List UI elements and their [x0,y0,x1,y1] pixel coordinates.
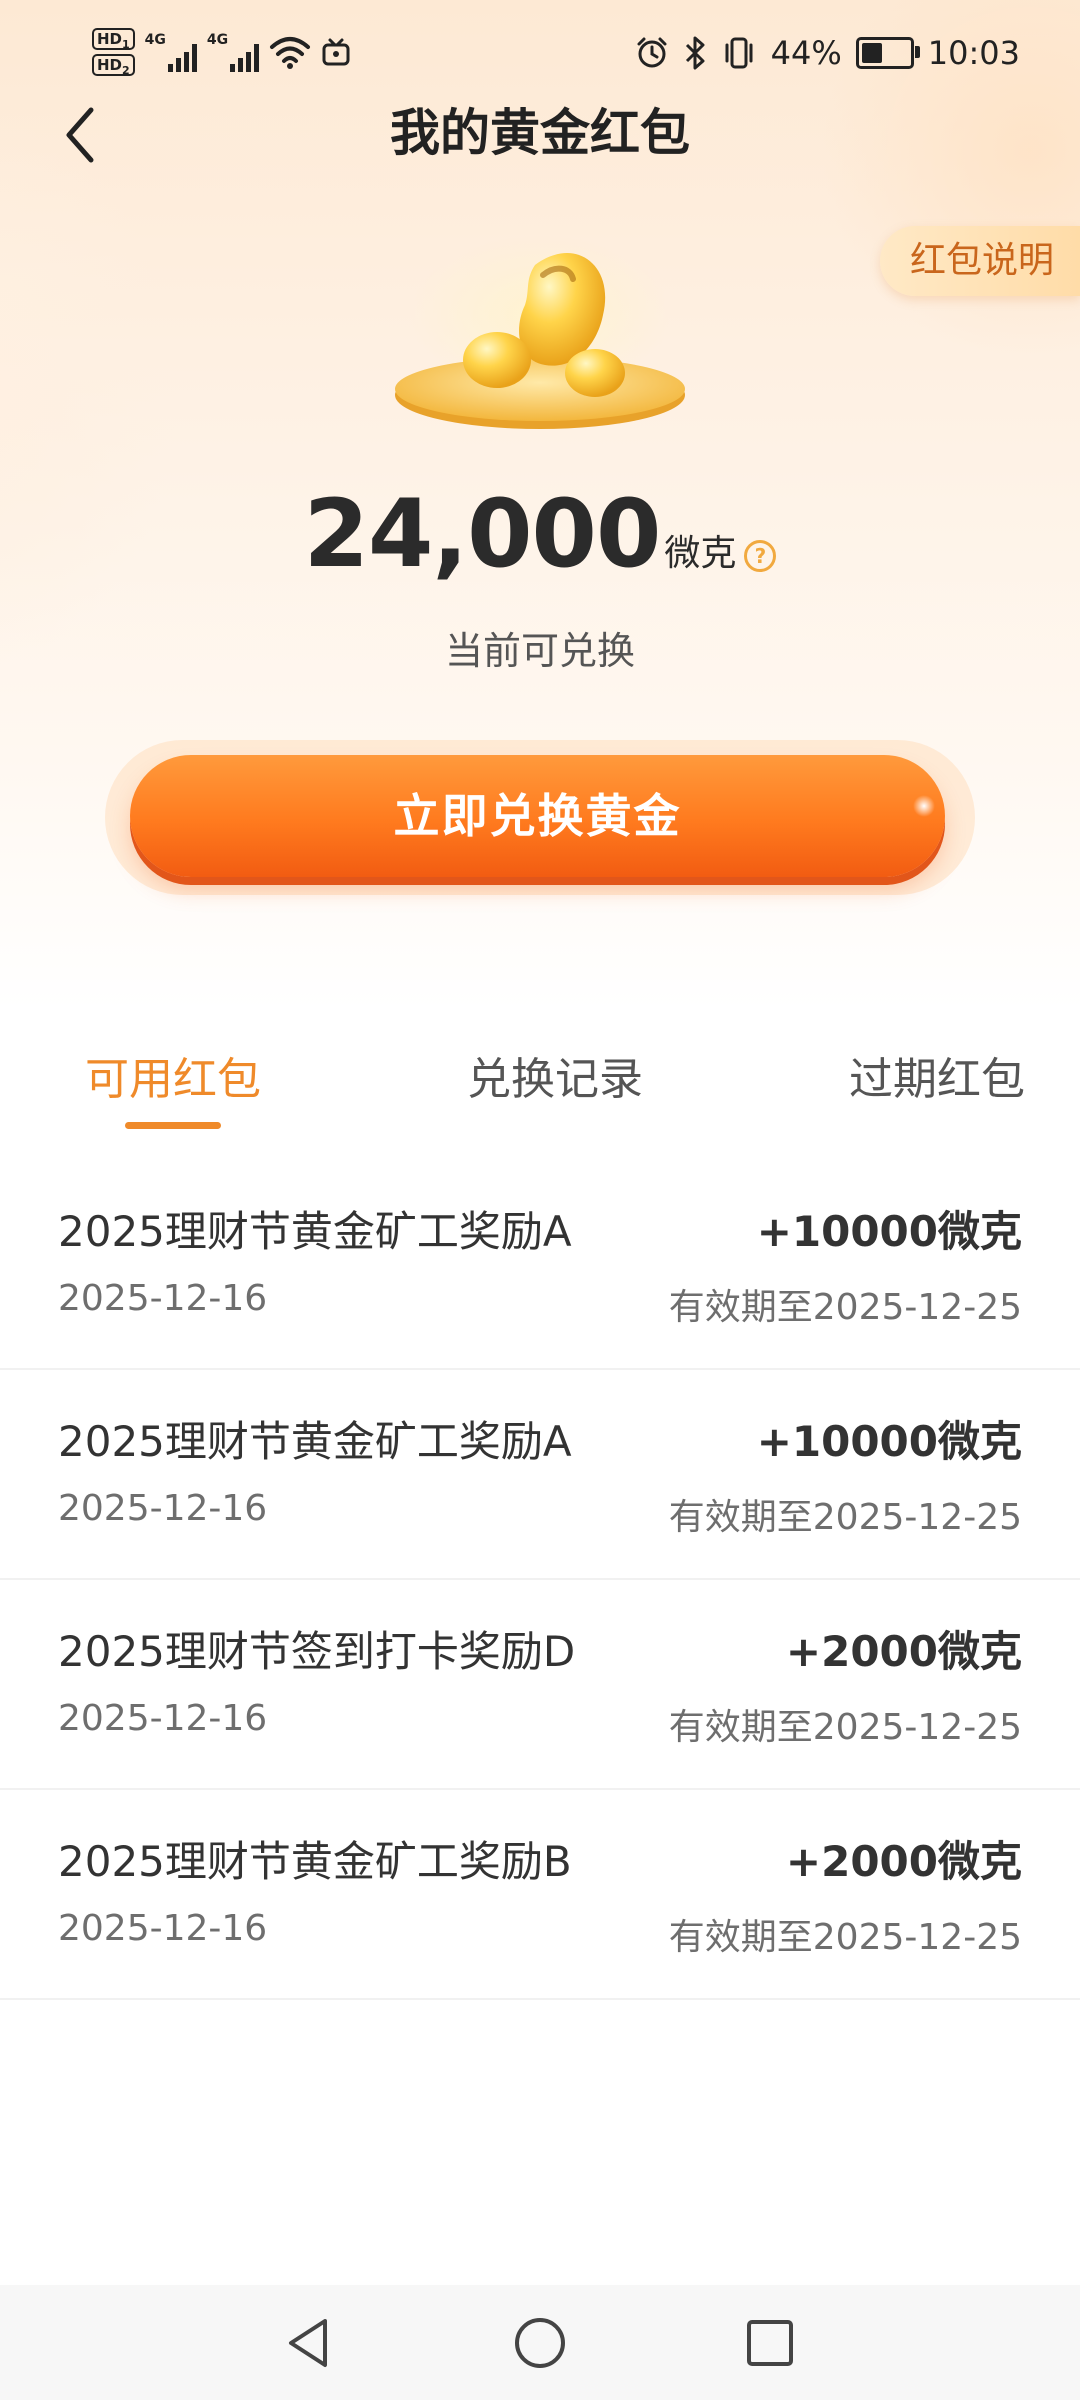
list-item[interactable]: 2025理财节黄金矿工奖励A +10000微克 2025-12-16 有效期至2… [0,1370,1080,1580]
circle-home-icon [515,2318,565,2368]
list-item[interactable]: 2025理财节签到打卡奖励D +2000微克 2025-12-16 有效期至20… [0,1580,1080,1790]
system-back-button[interactable] [278,2313,338,2373]
balance-caption: 当前可兑换 [444,629,635,673]
vibrate-icon [725,37,753,69]
signal-bars-icon [230,42,260,72]
item-date: 2025-12-16 [58,1278,268,1319]
status-right: 44% 10:03 [635,28,1020,78]
signal-sim1: 4G [145,32,197,72]
tab-expired[interactable]: 过期红包 [849,1040,1025,1150]
red-packet-list: 2025理财节黄金矿工奖励A +10000微克 2025-12-16 有效期至2… [0,1160,1080,2000]
redeem-gold-button[interactable]: 立即兑换黄金 [130,755,945,877]
signal-sim2: 4G [206,32,260,72]
alarm-icon [637,37,667,68]
question-circle-icon[interactable]: ? [744,540,777,572]
page-title: 我的黄金红包 [390,104,690,162]
network-type-1: 4G [144,32,166,48]
network-type-2: 4G [206,32,229,48]
redeem-gold-label: 立即兑换黄金 [393,789,682,843]
sim1-hd-badge: HD1 [92,28,135,51]
balance-amount: 24,000 [303,480,662,589]
screen: HD1 HD2 4G 4G 44% 10:03 我的黄金红包 红包说明 24,0… [0,0,1080,2400]
tv-app-icon [322,38,350,66]
item-amount: +10000微克 [756,1207,1022,1256]
sim2-hd-badge: HD2 [92,54,135,77]
battery-icon [855,37,920,69]
square-recents-icon [747,2320,793,2366]
list-item[interactable]: 2025理财节黄金矿工奖励B +2000微克 2025-12-16 有效期至20… [0,1790,1080,2000]
tab-label: 兑换记录 [467,1054,643,1105]
system-nav-bar [0,2285,1080,2400]
tab-redeem-history[interactable]: 兑换记录 [467,1040,643,1150]
list-item[interactable]: 2025理财节黄金矿工奖励A +10000微克 2025-12-16 有效期至2… [0,1160,1080,1370]
bluetooth-icon [685,36,705,70]
tab-label: 过期红包 [849,1054,1025,1105]
item-expiry: 有效期至2025-12-25 [668,1287,1022,1328]
item-date: 2025-12-16 [58,1908,268,1949]
status-left: HD1 HD2 4G 4G [92,22,351,82]
item-amount: +10000微克 [756,1417,1022,1466]
item-date: 2025-12-16 [58,1488,268,1529]
balance-unit: 微克 [664,533,737,574]
tab-available[interactable]: 可用红包 [85,1040,261,1150]
system-recents-button[interactable] [740,2313,800,2373]
tab-active-indicator [125,1122,221,1129]
system-home-button[interactable] [510,2313,570,2373]
item-amount: +2000微克 [785,1837,1022,1886]
item-title: 2025理财节签到打卡奖励D [58,1627,576,1676]
gold-nugget-icon [395,235,685,429]
signal-bars-icon [167,42,197,72]
rules-button[interactable]: 红包说明 [879,226,1080,296]
clock: 10:03 [927,34,1020,72]
sparkle-decoration [913,795,935,817]
tab-label: 可用红包 [85,1054,261,1105]
balance: 24,000 微克 ? [0,480,1080,590]
item-amount: +2000微克 [785,1627,1022,1676]
item-date: 2025-12-16 [58,1698,268,1739]
item-expiry: 有效期至2025-12-25 [668,1707,1022,1748]
item-title: 2025理财节黄金矿工奖励A [58,1417,572,1466]
status-bar: HD1 HD2 4G 4G 44% 10:03 [0,0,1080,104]
wifi-icon [270,37,311,69]
tab-bar: 可用红包 兑换记录 过期红包 [0,1040,1080,1150]
item-title: 2025理财节黄金矿工奖励B [58,1837,572,1886]
item-expiry: 有效期至2025-12-25 [668,1497,1022,1538]
triangle-back-icon [289,2319,327,2367]
item-title: 2025理财节黄金矿工奖励A [58,1207,572,1256]
sim-indicators: HD1 HD2 [92,28,135,77]
item-expiry: 有效期至2025-12-25 [668,1917,1022,1958]
battery-percent: 44% [770,34,842,72]
